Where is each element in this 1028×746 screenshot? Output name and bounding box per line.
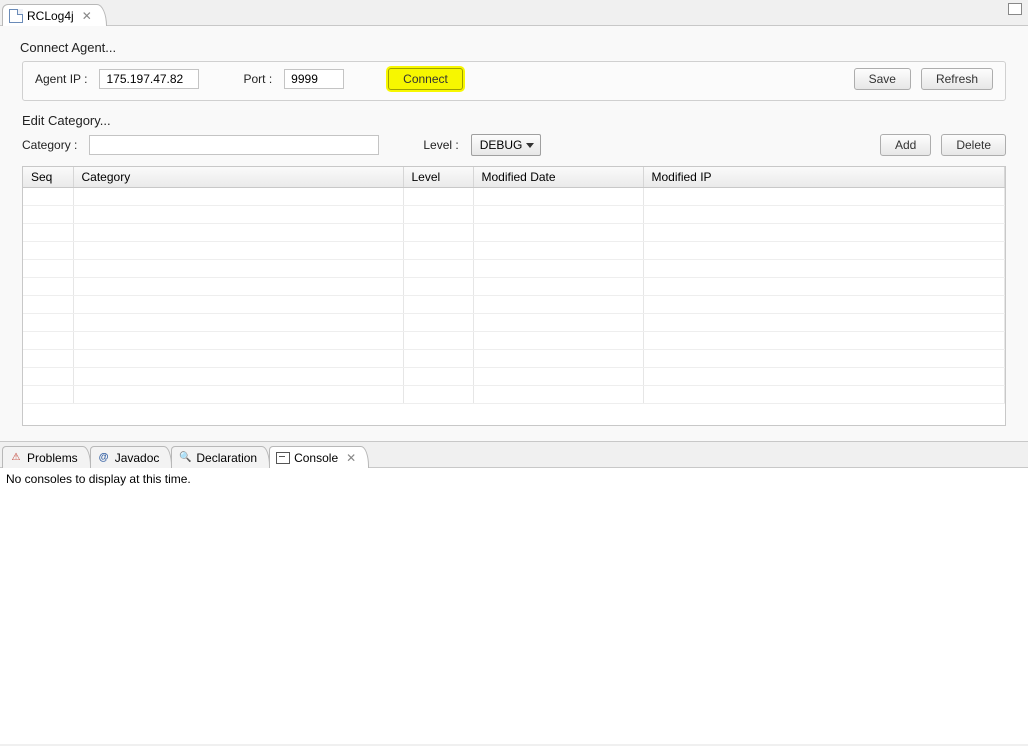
table-row[interactable]	[23, 260, 1005, 278]
tab-problems[interactable]: ⚠ Problems	[2, 446, 91, 468]
port-label: Port :	[243, 72, 272, 86]
table-row[interactable]	[23, 278, 1005, 296]
console-empty-message: No consoles to display at this time.	[6, 472, 191, 486]
rclog4j-view: Connect Agent... Agent IP : Port : Conne…	[0, 26, 1028, 442]
table-row[interactable]	[23, 188, 1005, 206]
bottom-view-tab-bar: ⚠ Problems @ Javadoc 🔍 Declaration Conso…	[0, 442, 1028, 468]
col-header-level[interactable]: Level	[403, 167, 473, 188]
col-header-modified-ip[interactable]: Modified IP	[643, 167, 1005, 188]
agent-ip-label: Agent IP :	[35, 72, 87, 86]
console-view: No consoles to display at this time.	[0, 468, 1028, 744]
edit-category-title: Edit Category...	[22, 113, 1006, 128]
table-body	[23, 188, 1005, 404]
connect-agent-group: Agent IP : Port : Connect Save Refresh	[22, 61, 1006, 101]
tab-label: Declaration	[196, 451, 257, 465]
table-header-row: Seq Category Level Modified Date Modifie…	[23, 167, 1005, 188]
add-button[interactable]: Add	[880, 134, 931, 156]
tab-label: Javadoc	[115, 451, 160, 465]
level-select[interactable]: DEBUG	[471, 134, 542, 156]
close-icon[interactable]: ✕	[82, 9, 92, 23]
table-row[interactable]	[23, 332, 1005, 350]
declaration-icon: 🔍	[178, 451, 192, 465]
table-row[interactable]	[23, 368, 1005, 386]
tab-console[interactable]: Console ✕	[269, 446, 369, 468]
category-table[interactable]: Seq Category Level Modified Date Modifie…	[22, 166, 1006, 426]
save-button[interactable]: Save	[854, 68, 911, 90]
category-input[interactable]	[89, 135, 379, 155]
problems-icon: ⚠	[9, 451, 23, 465]
tab-rclog4j[interactable]: RCLog4j ✕	[2, 4, 107, 26]
col-header-modified-date[interactable]: Modified Date	[473, 167, 643, 188]
view-tab-bar: RCLog4j ✕	[0, 0, 1028, 26]
close-icon[interactable]: ✕	[346, 451, 356, 465]
port-input[interactable]	[284, 69, 344, 89]
table-row[interactable]	[23, 314, 1005, 332]
javadoc-icon: @	[97, 451, 111, 465]
table-row[interactable]	[23, 206, 1005, 224]
table-row[interactable]	[23, 242, 1005, 260]
tab-label: Problems	[27, 451, 78, 465]
refresh-button[interactable]: Refresh	[921, 68, 993, 90]
view-toolbar	[1002, 3, 1022, 15]
tab-javadoc[interactable]: @ Javadoc	[90, 446, 173, 468]
category-label: Category :	[22, 138, 77, 152]
tab-declaration[interactable]: 🔍 Declaration	[171, 446, 270, 468]
document-icon	[9, 9, 23, 23]
connect-agent-title: Connect Agent...	[20, 40, 1018, 55]
table-row[interactable]	[23, 386, 1005, 404]
table-row[interactable]	[23, 296, 1005, 314]
col-header-category[interactable]: Category	[73, 167, 403, 188]
level-selected-value: DEBUG	[480, 138, 523, 152]
level-label: Level :	[423, 138, 458, 152]
agent-ip-input[interactable]	[99, 69, 199, 89]
connect-button[interactable]: Connect	[388, 68, 463, 90]
delete-button[interactable]: Delete	[941, 134, 1006, 156]
tab-label: Console	[294, 451, 338, 465]
table-row[interactable]	[23, 224, 1005, 242]
console-icon	[276, 452, 290, 464]
col-header-seq[interactable]: Seq	[23, 167, 73, 188]
tab-title: RCLog4j	[27, 9, 74, 23]
table-row[interactable]	[23, 350, 1005, 368]
maximize-icon[interactable]	[1008, 3, 1022, 15]
